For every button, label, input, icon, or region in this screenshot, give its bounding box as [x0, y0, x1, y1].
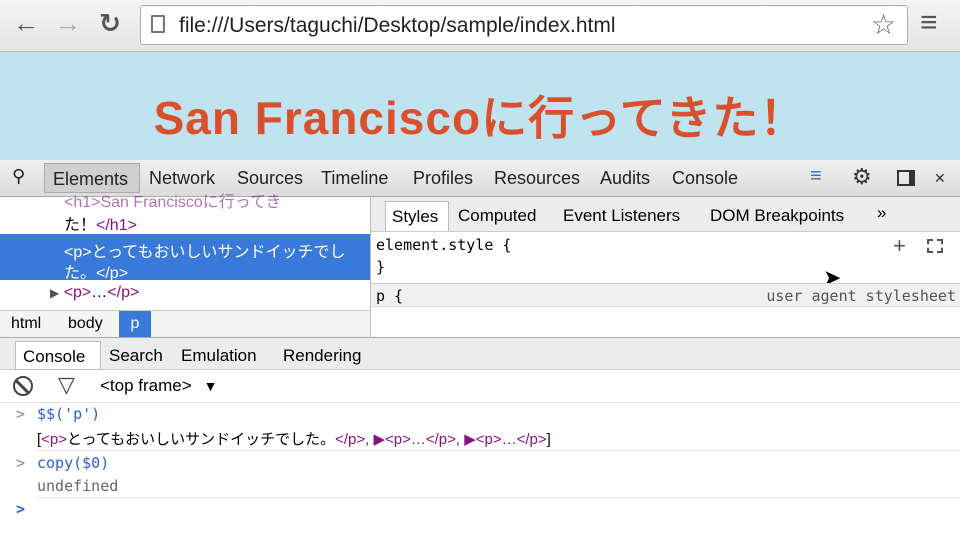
- expand-triangle-icon[interactable]: ▶: [50, 286, 59, 300]
- node-tag: <p>: [63, 284, 92, 301]
- drawer-tab-emulation[interactable]: Emulation: [181, 346, 257, 366]
- address-bar[interactable]: file:///Users/taguchi/Desktop/sample/ind…: [140, 5, 908, 45]
- more-tabs-button[interactable]: »: [877, 203, 886, 223]
- divider: [36, 497, 960, 498]
- console-toolbar: ▽ <top frame> ▼: [0, 370, 960, 403]
- tag: </p>: [335, 431, 366, 448]
- tab-computed[interactable]: Computed: [458, 206, 536, 226]
- breadcrumb: html body p: [0, 310, 370, 338]
- node-ellipsis: …: [91, 284, 108, 301]
- search-icon[interactable]: ⚲: [12, 166, 25, 187]
- console-result[interactable]: [<p>とってもおいしいサンドイッチでした。</p>, ▶<p>…</p>, ▶…: [37, 428, 551, 449]
- rule-selector[interactable]: p {: [376, 287, 403, 305]
- gear-icon[interactable]: ⚙: [852, 164, 872, 190]
- selected-node-p[interactable]: <p>とってもおいしいサンドイッチでし た。</p>: [0, 234, 370, 282]
- collapsed-nodes: , ▶<p>…</p>, ▶<p>…</p>: [365, 431, 547, 448]
- forward-button[interactable]: →: [50, 8, 86, 39]
- tab-timeline[interactable]: Timeline: [321, 168, 388, 189]
- collapsed-node-p[interactable]: ▶ <p>…</p>: [50, 284, 139, 302]
- console-result: undefined: [37, 477, 119, 495]
- tab-styles[interactable]: Styles: [385, 201, 449, 231]
- prompt-icon: >: [16, 405, 26, 423]
- text: とってもおいしいサンドイッチでした。: [67, 431, 336, 448]
- element-style-rule[interactable]: element.style {: [376, 236, 511, 254]
- drawer-tab-search[interactable]: Search: [109, 346, 163, 366]
- page-heading: San Franciscoに行ってきた！: [153, 92, 807, 144]
- tab-dom-breakpoints[interactable]: DOM Breakpoints: [710, 206, 844, 226]
- crumb-html[interactable]: html: [11, 315, 41, 333]
- node-tag: </h1>: [96, 217, 137, 234]
- crumb-p[interactable]: p: [119, 311, 151, 338]
- clear-console-icon[interactable]: [13, 376, 33, 396]
- prompt-icon: >: [16, 454, 26, 472]
- divider: [36, 450, 960, 451]
- dropdown-arrow-icon: ▼: [203, 378, 218, 394]
- back-button[interactable]: ←: [8, 8, 44, 39]
- drawer-tabbar: Console Search Emulation Rendering: [0, 337, 960, 370]
- node-text: た！: [64, 217, 97, 234]
- filter-icon[interactable]: ▽: [58, 372, 75, 398]
- close-brace: }: [376, 258, 386, 276]
- star-icon[interactable]: ☆: [871, 8, 896, 41]
- tab-console[interactable]: Console: [672, 168, 738, 189]
- reload-button[interactable]: ↻: [92, 8, 128, 39]
- frame-selector[interactable]: <top frame> ▼: [100, 376, 218, 396]
- console-input-prompt[interactable]: >: [16, 500, 25, 518]
- toggle-state-icon[interactable]: [927, 239, 943, 253]
- menu-icon[interactable]: ≡: [920, 6, 938, 40]
- console-command: copy($0): [37, 454, 110, 472]
- drawer-tab-rendering[interactable]: Rendering: [283, 346, 361, 366]
- dock-icon[interactable]: [897, 170, 915, 186]
- browser-toolbar: ← → ↻ file:///Users/taguchi/Desktop/samp…: [0, 0, 960, 52]
- bracket: ]: [546, 431, 551, 448]
- close-icon[interactable]: ✕: [934, 170, 946, 187]
- console-command: $$('p'): [37, 405, 101, 423]
- tab-resources[interactable]: Resources: [494, 168, 580, 189]
- tab-profiles[interactable]: Profiles: [413, 168, 473, 189]
- add-rule-icon[interactable]: +: [893, 233, 906, 259]
- tree-line-h1-close[interactable]: た！</h1>: [64, 211, 137, 235]
- url-text: file:///Users/taguchi/Desktop/sample/ind…: [179, 14, 616, 37]
- rule-header: p { user agent stylesheet: [371, 283, 960, 307]
- tag: <p>: [41, 431, 68, 448]
- page-icon: [151, 15, 165, 33]
- tab-network[interactable]: Network: [149, 168, 215, 189]
- crumb-body[interactable]: body: [68, 315, 103, 333]
- elements-tree: <h1>San Franciscoに行ってき た！</h1> <p>とってもおい…: [0, 194, 371, 338]
- node-line: た。</p>: [64, 265, 129, 282]
- tree-line-h1-open[interactable]: <h1>San Franciscoに行ってき: [64, 188, 281, 212]
- tab-audits[interactable]: Audits: [600, 168, 650, 189]
- node-tag: </p>: [107, 284, 140, 301]
- tab-event-listeners[interactable]: Event Listeners: [563, 206, 680, 226]
- drawer-toggle-icon[interactable]: ≡: [810, 165, 822, 188]
- rule-source: user agent stylesheet: [766, 287, 956, 305]
- page-viewport: San Franciscoに行ってきた！: [0, 52, 960, 160]
- tab-label: Elements: [53, 169, 129, 189]
- frame-label: <top frame>: [100, 376, 192, 395]
- styles-tabbar: Styles Computed Event Listeners DOM Brea…: [371, 197, 960, 232]
- drawer-tab-console[interactable]: Console: [15, 341, 101, 370]
- tab-sources[interactable]: Sources: [237, 168, 303, 189]
- styles-pane: Styles Computed Event Listeners DOM Brea…: [371, 197, 960, 337]
